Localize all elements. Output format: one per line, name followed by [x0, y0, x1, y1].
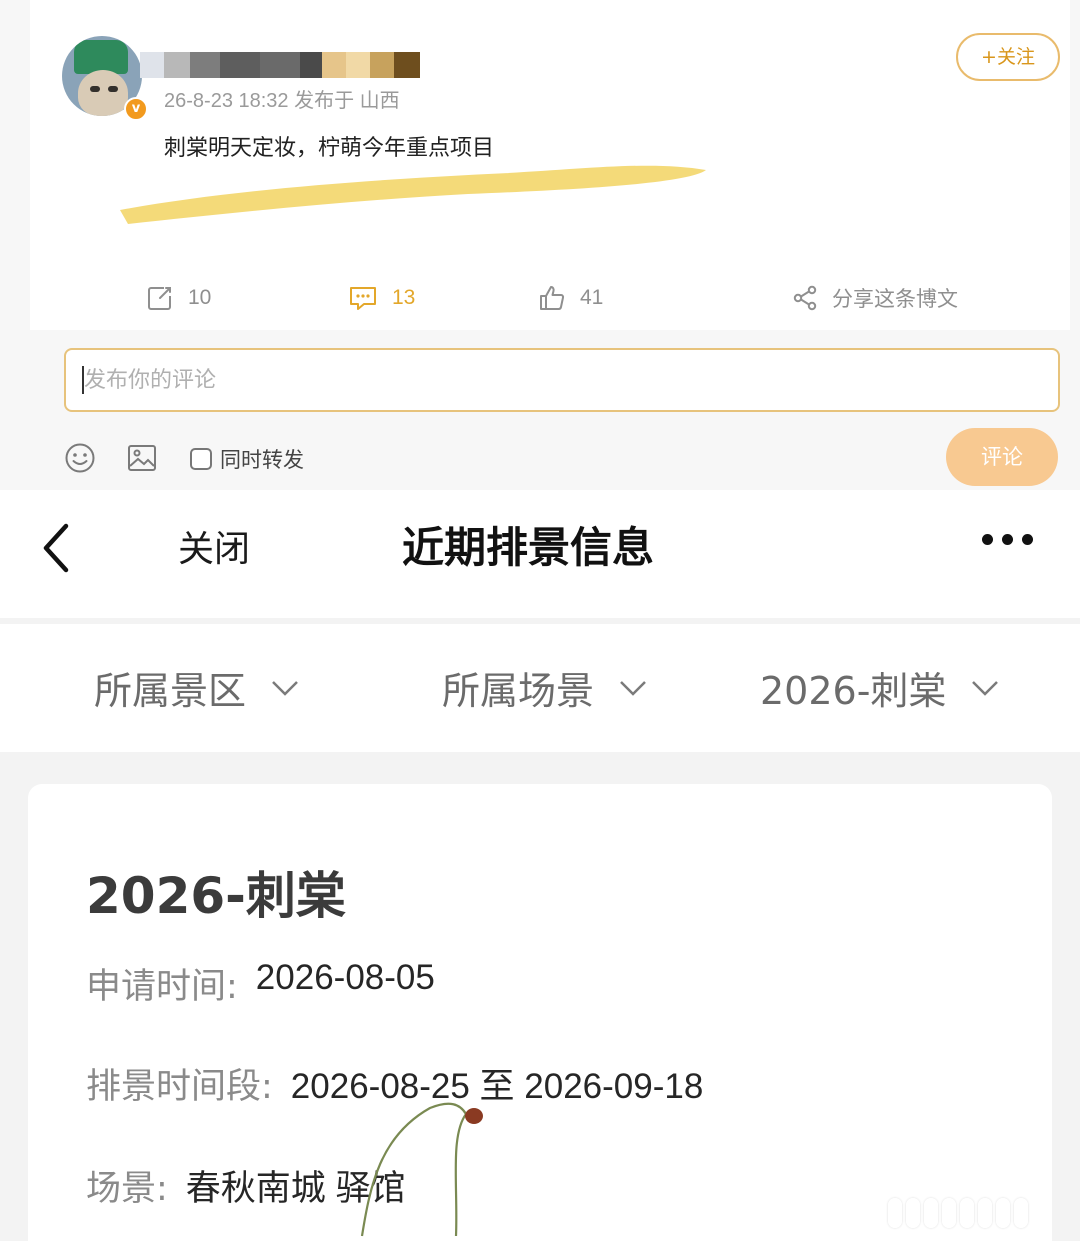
like-count: 41 [580, 286, 604, 309]
username-mosaic [140, 52, 420, 78]
period-key: 排景时间段: [86, 1067, 273, 1107]
chevron-down-icon [272, 680, 298, 696]
top-navbar: 关闭 近期排景信息 [0, 490, 1080, 618]
avatar-face [78, 70, 128, 116]
weibo-post: v 26-8-23 18:32 发布于 山西 刺棠明天定妆，柠萌今年重点项目 +… [0, 0, 1080, 490]
comment-toolbar: 同时转发 [0, 430, 1080, 486]
filter-scene[interactable]: 所属场景 [442, 660, 648, 715]
image-icon[interactable] [126, 442, 158, 474]
filter-bar: 所属景区 所属场景 2026-刺棠 [0, 624, 1080, 752]
back-chevron-icon[interactable] [36, 520, 76, 576]
watermark-logo [888, 1198, 1028, 1228]
emoji-icon[interactable] [64, 442, 96, 474]
filter-label: 2026-刺棠 [760, 669, 947, 713]
schedule-page: 关闭 近期排景信息 所属景区 所属场景 2026-刺棠 2026-刺棠 申请时间… [0, 490, 1080, 1241]
filter-scenic-area[interactable]: 所属景区 [94, 660, 300, 715]
apply-time-row: 申请时间: 2026-08-05 [86, 958, 435, 1009]
checkbox-box[interactable] [190, 448, 212, 470]
comment-icon [350, 287, 376, 310]
repost-button[interactable]: 10 [146, 276, 211, 320]
comment-input[interactable] [66, 350, 1058, 410]
post-meta: 26-8-23 18:32 发布于 山西 [164, 90, 400, 112]
comment-count: 13 [392, 286, 416, 309]
post-actions: 10 13 41 分享这条博文 [0, 276, 1080, 320]
schedule-card[interactable]: 2026-刺棠 申请时间: 2026-08-05 排景时间段: 2026-08-… [28, 784, 1052, 1241]
close-button[interactable]: 关闭 [178, 520, 250, 572]
text-caret [82, 366, 84, 394]
apply-time-key: 申请时间: [86, 967, 238, 1007]
repost-count: 10 [188, 286, 212, 309]
highlighter-mark [120, 165, 706, 224]
share-label: 分享这条博文 [832, 288, 958, 311]
filter-label: 所属景区 [94, 669, 247, 713]
screenshot-root: v 26-8-23 18:32 发布于 山西 刺棠明天定妆，柠萌今年重点项目 +… [0, 0, 1080, 1241]
chevron-down-icon [972, 680, 999, 696]
avatar-eye [90, 86, 100, 92]
repost-checkbox-label: 同时转发 [220, 448, 304, 472]
avatar-hat [74, 40, 128, 74]
repost-checkbox[interactable]: 同时转发 [190, 444, 304, 474]
hand-drawn-doodle [360, 1102, 483, 1237]
more-icon[interactable] [982, 534, 1033, 545]
like-icon [540, 286, 565, 310]
chevron-down-icon [620, 680, 646, 696]
like-button[interactable]: 41 [538, 276, 603, 320]
submit-comment-button[interactable]: 评论 [946, 428, 1058, 486]
comment-input-box[interactable] [64, 348, 1060, 412]
share-icon [793, 285, 817, 311]
card-title: 2026-刺棠 [86, 867, 346, 925]
comment-button[interactable]: 13 [348, 276, 415, 320]
avatar-eye [108, 86, 118, 92]
verified-badge-icon: v [124, 97, 148, 121]
apply-time-value: 2026-08-05 [255, 958, 435, 997]
repost-icon [148, 287, 171, 310]
page-title: 近期排景信息 [402, 523, 655, 572]
filter-label: 所属场景 [442, 669, 595, 713]
scene-key: 场景: [86, 1169, 168, 1209]
filter-project[interactable]: 2026-刺棠 [760, 660, 1000, 715]
share-button[interactable]: 分享这条博文 [792, 276, 958, 320]
follow-button[interactable]: +关注 [956, 33, 1060, 81]
